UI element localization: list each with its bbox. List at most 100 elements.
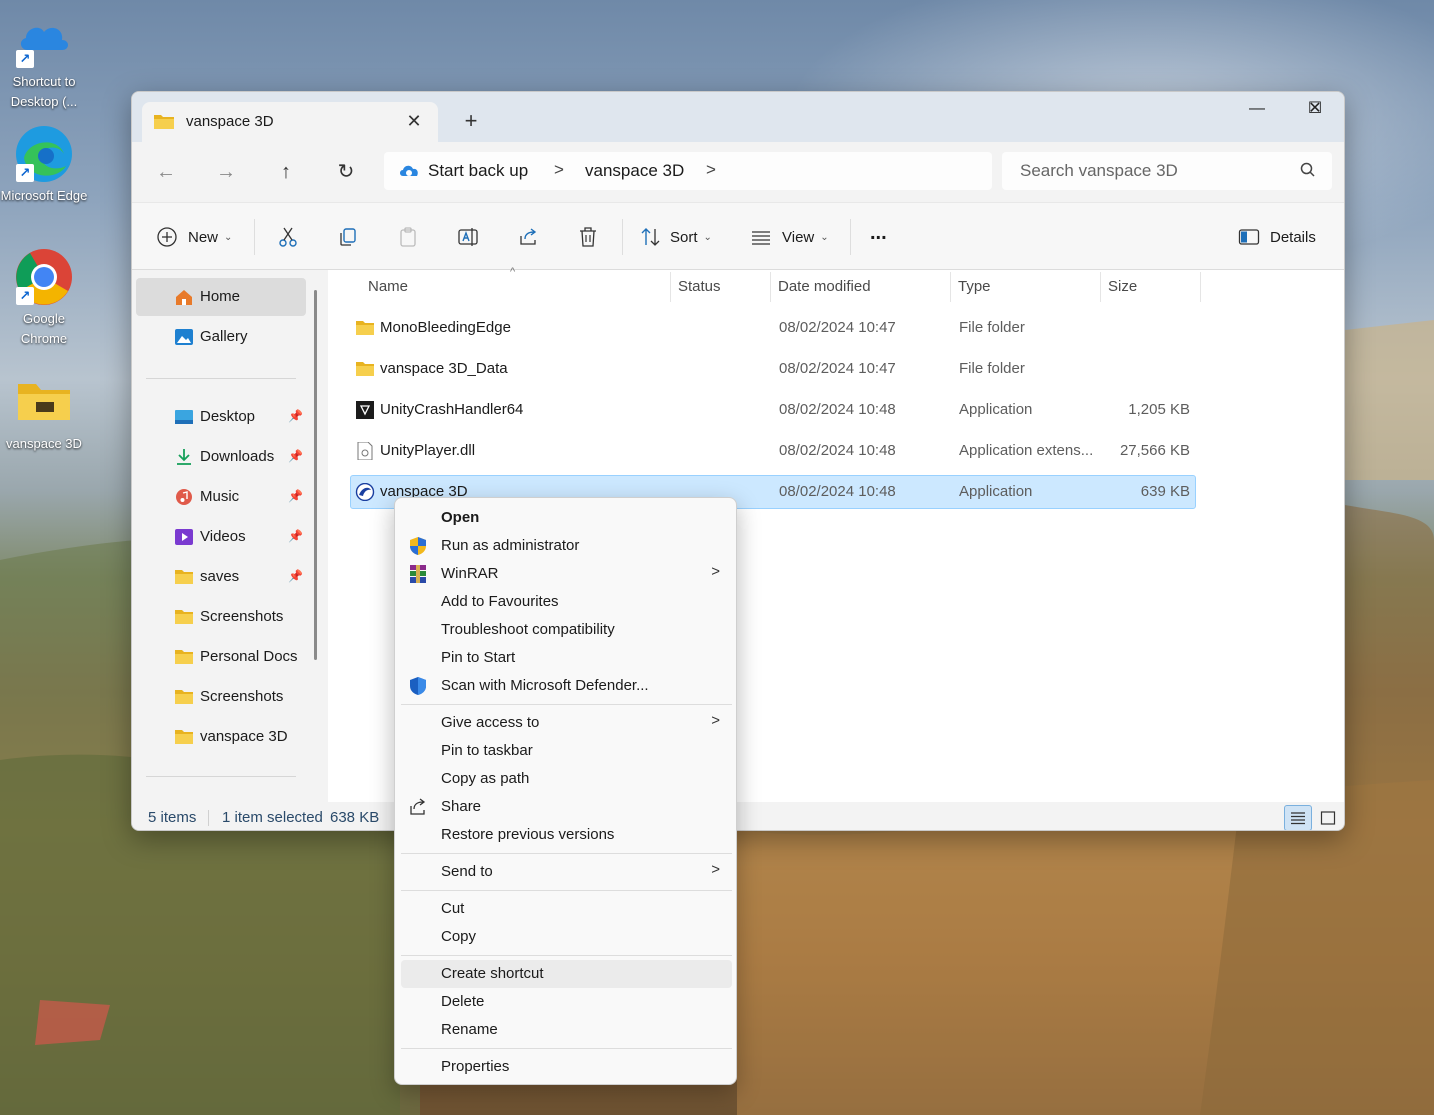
view-button[interactable]: View ⌄ xyxy=(750,223,829,251)
sidebar-item-label: Videos xyxy=(200,528,246,545)
sidebar-item-gallery[interactable]: Gallery xyxy=(136,318,306,356)
submenu-arrow-icon: > xyxy=(711,861,720,878)
search-input[interactable]: Search vanspace 3D xyxy=(1020,161,1178,181)
chrome-icon: ↗ xyxy=(14,247,74,307)
breadcrumb-start-back-up[interactable]: Start back up xyxy=(428,161,528,181)
winrar-icon xyxy=(410,565,426,583)
desktop-icon-vanspace[interactable]: vanspace 3D xyxy=(0,372,88,454)
column-header-date-modified[interactable]: Date modified xyxy=(778,278,871,295)
menu-item-cut[interactable]: Cut xyxy=(401,895,732,923)
menu-item-troubleshoot-compatibility[interactable]: Troubleshoot compatibility xyxy=(401,616,732,644)
file-date: 08/02/2024 10:47 xyxy=(779,360,896,377)
breadcrumb-separator-icon[interactable]: > xyxy=(706,160,716,180)
breadcrumb-separator-icon[interactable]: > xyxy=(554,160,564,180)
search-box[interactable]: Search vanspace 3D xyxy=(1002,152,1332,190)
menu-item-pin-to-taskbar[interactable]: Pin to taskbar xyxy=(401,737,732,765)
table-row[interactable]: UnityCrashHandler64 08/02/2024 10:48 App… xyxy=(350,393,1196,427)
sidebar-item-label: Gallery xyxy=(200,328,248,345)
column-divider xyxy=(770,272,771,302)
menu-item-scan-with-defender[interactable]: Scan with Microsoft Defender... xyxy=(401,672,732,700)
refresh-icon[interactable]: ↻ xyxy=(330,158,362,186)
sidebar-item-vanspace[interactable]: vanspace 3D xyxy=(136,718,306,756)
menu-separator xyxy=(401,890,732,891)
shortcut-arrow-icon: ↗ xyxy=(16,287,34,305)
folder-icon xyxy=(356,362,374,376)
cut-icon[interactable] xyxy=(274,223,302,251)
menu-item-rename[interactable]: Rename xyxy=(401,1016,732,1044)
desktop-icon-chrome[interactable]: ↗ Google Chrome xyxy=(0,247,88,349)
column-header-name[interactable]: Name xyxy=(368,278,408,295)
menu-item-add-to-favourites[interactable]: Add to Favourites xyxy=(401,588,732,616)
details-view-button[interactable] xyxy=(1284,805,1312,830)
table-row[interactable]: vanspace 3D_Data 08/02/2024 10:47 File f… xyxy=(350,352,1196,386)
copy-icon[interactable] xyxy=(334,223,362,251)
sidebar-item-saves[interactable]: saves 📌 xyxy=(136,558,306,596)
menu-item-label: Properties xyxy=(441,1058,510,1075)
new-tab-button[interactable]: + xyxy=(456,106,486,136)
breadcrumb-vanspace[interactable]: vanspace 3D xyxy=(585,161,684,181)
sidebar-item-downloads[interactable]: Downloads 📌 xyxy=(136,438,306,476)
menu-item-send-to[interactable]: Send to > xyxy=(401,858,732,886)
paste-icon[interactable] xyxy=(394,223,422,251)
desktop-icon-edge[interactable]: ↗ Microsoft Edge xyxy=(0,124,88,206)
desktop-icon-shortcut[interactable]: ↗ Shortcut to Desktop (... xyxy=(0,10,88,112)
onedrive-icon: ↗ xyxy=(14,10,74,70)
sidebar-item-screenshots[interactable]: Screenshots xyxy=(136,598,306,636)
menu-item-create-shortcut[interactable]: Create shortcut xyxy=(401,960,732,988)
menu-item-label: Rename xyxy=(441,1021,498,1038)
delete-icon[interactable] xyxy=(574,223,602,251)
address-bar[interactable]: Start back up > vanspace 3D > xyxy=(384,152,992,190)
column-header-size[interactable]: Size xyxy=(1108,278,1137,295)
back-arrow-icon[interactable]: ← xyxy=(150,158,182,186)
desktop-icon-label: Shortcut to Desktop (... xyxy=(10,74,78,109)
forward-arrow-icon[interactable]: → xyxy=(210,158,242,186)
menu-item-run-as-administrator[interactable]: Run as administrator xyxy=(401,532,732,560)
menu-item-restore-previous-versions[interactable]: Restore previous versions xyxy=(401,821,732,849)
menu-item-open[interactable]: Open xyxy=(401,504,732,532)
menu-item-pin-to-start[interactable]: Pin to Start xyxy=(401,644,732,672)
shortcut-arrow-icon: ↗ xyxy=(16,50,34,68)
desktop-icon-label: vanspace 3D xyxy=(6,436,82,451)
sidebar-item-desktop[interactable]: Desktop 📌 xyxy=(136,398,306,436)
column-header-status[interactable]: Status xyxy=(678,278,721,295)
table-row[interactable]: MonoBleedingEdge 08/02/2024 10:47 File f… xyxy=(350,311,1196,345)
folder-icon xyxy=(356,321,374,335)
column-header-type[interactable]: Type xyxy=(958,278,991,295)
up-arrow-icon[interactable]: ↑ xyxy=(270,158,302,186)
submenu-arrow-icon: > xyxy=(711,563,720,580)
menu-item-label: Copy as path xyxy=(441,770,530,787)
menu-item-share[interactable]: Share xyxy=(401,793,732,821)
file-type: File folder xyxy=(959,360,1025,377)
uac-shield-icon xyxy=(410,537,426,555)
search-icon xyxy=(1300,162,1315,177)
new-button[interactable]: New ⌄ xyxy=(156,223,232,251)
menu-item-delete[interactable]: Delete xyxy=(401,988,732,1016)
minimize-button[interactable]: — xyxy=(1228,92,1286,126)
share-icon[interactable] xyxy=(514,223,542,251)
details-button[interactable]: Details xyxy=(1238,223,1316,251)
sidebar-item-home[interactable]: Home xyxy=(136,278,306,316)
close-tab-icon[interactable]: ✕ xyxy=(402,109,426,133)
sidebar-item-screenshots[interactable]: Screenshots xyxy=(136,678,306,716)
selection-info: 1 item selected xyxy=(222,809,323,826)
tiles-view-button[interactable] xyxy=(1314,805,1342,830)
file-type: File folder xyxy=(959,319,1025,336)
sidebar-scrollbar[interactable] xyxy=(314,290,317,660)
menu-item-copy-as-path[interactable]: Copy as path xyxy=(401,765,732,793)
close-button[interactable]: ✕ xyxy=(1286,92,1344,126)
menu-item-properties[interactable]: Properties xyxy=(401,1053,732,1081)
tab-vanspace[interactable]: vanspace 3D ✕ xyxy=(142,102,438,142)
table-row[interactable]: UnityPlayer.dll 08/02/2024 10:48 Applica… xyxy=(350,434,1196,468)
menu-item-give-access-to[interactable]: Give access to > xyxy=(401,709,732,737)
new-label: New xyxy=(188,228,219,246)
menu-item-winrar[interactable]: WinRAR > xyxy=(401,560,732,588)
sidebar-item-videos[interactable]: Videos 📌 xyxy=(136,518,306,556)
folder-icon xyxy=(175,730,193,744)
folder-icon xyxy=(175,650,193,664)
sidebar-item-music[interactable]: Music 📌 xyxy=(136,478,306,516)
rename-icon[interactable] xyxy=(454,223,482,251)
sidebar-item-personal-docs[interactable]: Personal Docs xyxy=(136,638,306,676)
sort-button[interactable]: Sort ⌄ xyxy=(640,223,712,251)
more-options-button[interactable]: ... xyxy=(870,219,887,247)
menu-item-copy[interactable]: Copy xyxy=(401,923,732,951)
